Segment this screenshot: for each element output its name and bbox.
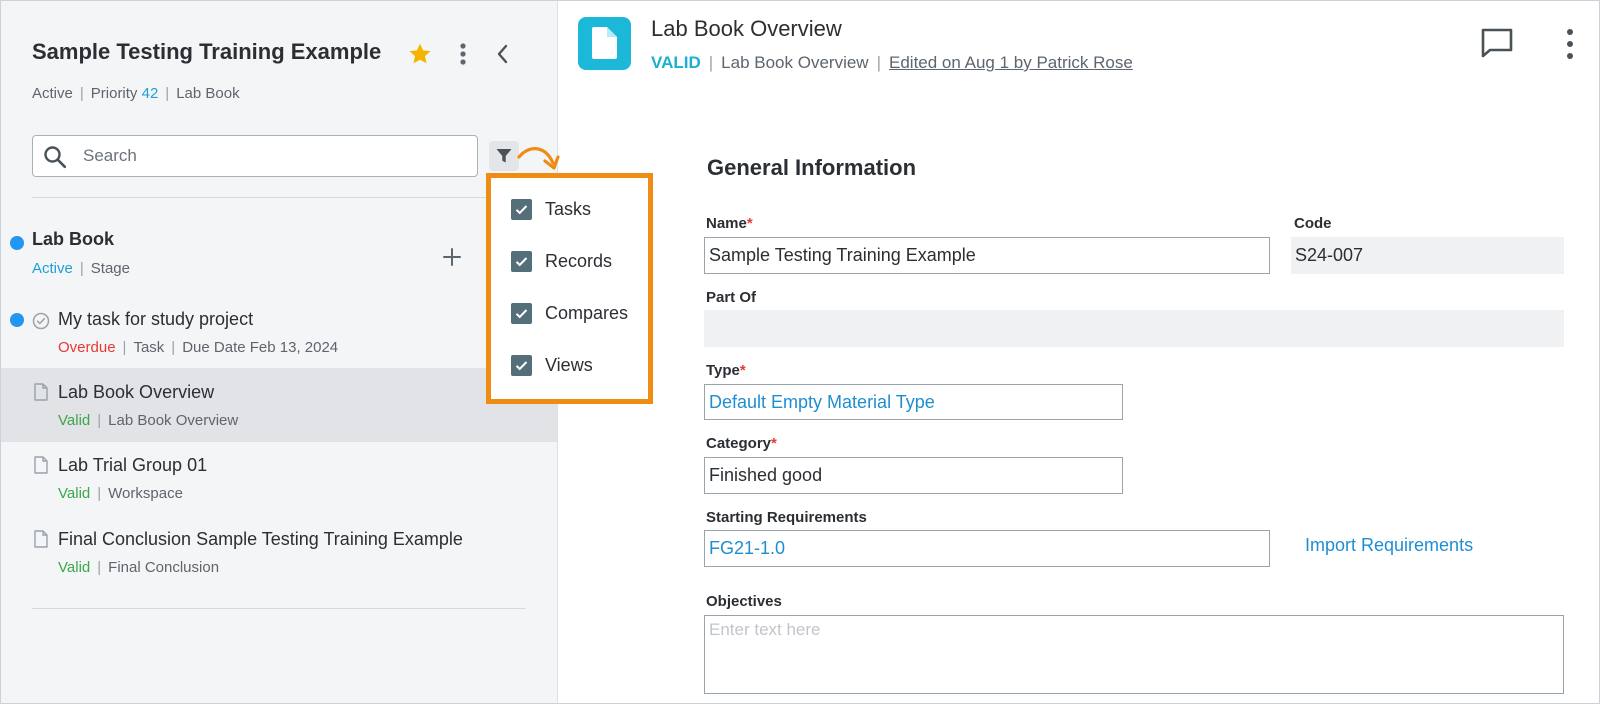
objectives-textarea[interactable]: Enter text here	[704, 615, 1564, 694]
document-icon	[592, 27, 617, 59]
divider	[32, 608, 526, 609]
type-field[interactable]: Default Empty Material Type	[704, 384, 1123, 420]
filter-icon	[496, 149, 512, 163]
tree-item-lab-book-overview[interactable]: Lab Book Overview Valid | Lab Book Overvie…	[1, 368, 557, 442]
tree-item-meta: Valid | Lab Book Overview	[58, 412, 239, 429]
type-label: Type*	[706, 362, 746, 379]
filter-popover: Tasks Records Compares Views	[486, 173, 653, 404]
document-icon	[34, 383, 48, 401]
tree-item-title: Lab Book Overview	[58, 382, 215, 402]
chevron-left-icon[interactable]	[493, 41, 513, 67]
section-title: General Information	[707, 155, 917, 180]
tree-item-meta: Overdue | Task | Due Date Feb 13, 2024	[58, 339, 339, 356]
search-icon	[44, 146, 67, 169]
unread-dot	[10, 313, 24, 327]
name-label: Name*	[706, 215, 753, 232]
tree-item-meta: Valid | Workspace	[58, 485, 183, 502]
tree-item-lab-trial-group[interactable]: Lab Trial Group 01 Valid | Workspace	[1, 451, 557, 511]
part-of-label: Part Of	[706, 289, 757, 306]
project-priority-label: Priority	[90, 85, 138, 102]
tree-item-title: Lab Book	[32, 229, 115, 249]
objectives-label: Objectives	[706, 593, 782, 610]
edited-link[interactable]: Edited on Aug 1 by Patrick Rose	[889, 53, 1133, 72]
tree-item-meta: Valid | Final Conclusion	[58, 559, 220, 576]
checkbox[interactable]	[511, 251, 532, 272]
filter-option-label: Views	[545, 355, 593, 375]
search-input[interactable]	[83, 136, 463, 176]
unread-dot	[10, 236, 24, 250]
star-icon[interactable]	[407, 41, 433, 67]
code-field: S24-007	[1291, 237, 1564, 274]
document-icon	[34, 456, 48, 474]
name-field[interactable]: Sample Testing Training Example	[704, 237, 1270, 274]
checkbox[interactable]	[511, 303, 532, 324]
checkmark-icon	[515, 361, 528, 371]
more-options-icon[interactable]	[453, 41, 473, 67]
tree-item-title: Lab Trial Group 01	[58, 455, 208, 475]
search-box	[32, 135, 478, 177]
task-check-icon	[32, 312, 50, 330]
part-of-field	[704, 310, 1564, 347]
category-label: Category*	[706, 435, 777, 452]
checkmark-icon	[515, 309, 528, 319]
project-type: Lab Book	[176, 85, 240, 102]
callout-arrow-icon	[517, 147, 560, 170]
more-options-icon[interactable]	[1562, 27, 1578, 61]
document-status: VALID	[651, 53, 701, 72]
app-window: Sample Testing Training Example Active | P…	[0, 0, 1600, 704]
divider	[32, 197, 526, 198]
project-title: Sample Testing Training Example	[32, 39, 382, 64]
checkbox[interactable]	[511, 199, 532, 220]
tree-item-task[interactable]: My task for study project Overdue | Task | D…	[1, 303, 557, 359]
tree-item-meta: Active | Stage	[32, 260, 130, 277]
checkmark-icon	[515, 257, 528, 267]
code-label: Code	[1294, 215, 1332, 232]
document-type-badge	[578, 17, 631, 70]
comment-icon[interactable]	[1480, 27, 1514, 59]
navigation-panel: Sample Testing Training Example Active | P…	[1, 1, 558, 703]
project-meta: Active | Priority 42 | Lab Book	[32, 85, 240, 102]
filter-option-label: Tasks	[545, 199, 592, 219]
document-meta: VALID | Lab Book Overview | Edited on Aug 1 …	[651, 53, 1133, 72]
checkmark-icon	[515, 205, 528, 215]
tree-item-title: Final Conclusion Sample Testing Training…	[58, 529, 463, 549]
tree-item-title: My task for study project	[58, 309, 254, 329]
category-field[interactable]: Finished good	[704, 457, 1123, 494]
project-status: Active	[32, 85, 73, 102]
filter-option-label: Records	[545, 251, 613, 271]
starting-requirements-field[interactable]: FG21-1.0	[704, 530, 1270, 567]
checkbox[interactable]	[511, 355, 532, 376]
tree-item-lab-book[interactable]: Lab Book Active | Stage	[1, 229, 557, 289]
add-item-icon[interactable]	[442, 247, 462, 267]
project-priority-value: 42	[141, 85, 159, 102]
filter-option-label: Compares	[545, 303, 629, 323]
document-title: Lab Book Overview	[651, 16, 842, 41]
import-requirements-link[interactable]: Import Requirements	[1305, 535, 1473, 556]
tree-item-final-conclusion[interactable]: Final Conclusion Sample Testing Training…	[1, 525, 557, 585]
document-icon	[34, 530, 48, 548]
document-type: Lab Book Overview	[721, 53, 869, 72]
filter-button[interactable]	[489, 141, 519, 171]
starting-requirements-label: Starting Requirements	[706, 509, 867, 526]
